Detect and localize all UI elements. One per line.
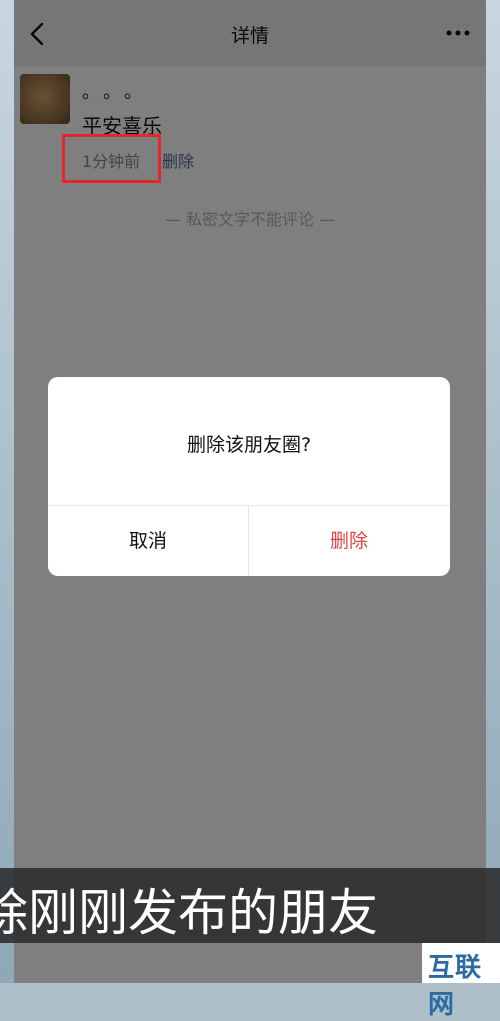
delete-button[interactable]: 删除 — [249, 506, 449, 576]
watermark: 互联网 — [422, 943, 500, 1020]
left-background-strip — [0, 0, 14, 983]
video-caption: 除刚刚发布的朋友 — [0, 884, 378, 942]
delete-confirm-dialog: 删除该朋友圈? 取消 删除 — [48, 377, 450, 576]
watermark-text: 互联网 — [428, 953, 483, 1020]
dialog-title: 删除该朋友圈? — [186, 434, 312, 456]
cancel-button[interactable]: 取消 — [48, 506, 248, 576]
right-background-strip — [486, 0, 500, 983]
highlight-box — [62, 134, 161, 183]
phone-screen: 详情 。。。 平安喜乐 1分钟前 删除 — 私密文字不能评论 — 删除该朋友圈?… — [14, 0, 486, 983]
